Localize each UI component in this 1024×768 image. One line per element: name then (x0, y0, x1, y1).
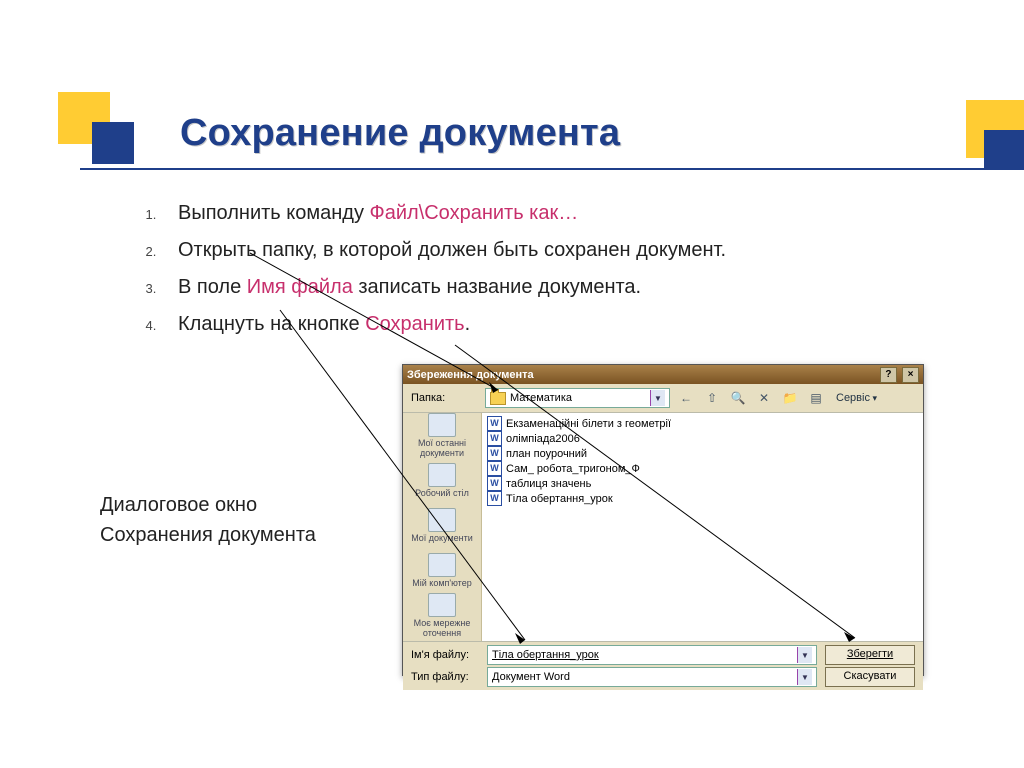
places-mydocs[interactable]: Мої документи (403, 503, 481, 548)
filetype-value: Документ Word (492, 671, 570, 683)
folder-label: Папка: (411, 392, 479, 404)
folder-icon (490, 392, 506, 405)
word-doc-icon (487, 431, 502, 446)
places-bar: Мої останні документи Робочий стіл Мої д… (403, 413, 482, 641)
back-icon[interactable]: ← (676, 388, 696, 408)
network-icon (428, 593, 456, 617)
mypc-icon (428, 553, 456, 577)
places-network[interactable]: Моє мережне оточення (403, 593, 481, 638)
dialog-caption-line1: Диалоговое окно (100, 490, 316, 520)
new-folder-icon[interactable]: 📁 (780, 388, 800, 408)
delete-icon[interactable]: ✕ (754, 388, 774, 408)
instruction-list: Выполнить команду Файл\Сохранить как… От… (100, 198, 880, 346)
save-button[interactable]: Зберегти (825, 645, 915, 665)
step-3-text-c: записать название документа. (353, 276, 641, 298)
filetype-label: Тип файлу: (411, 671, 479, 683)
word-doc-icon (487, 446, 502, 461)
step-3-highlight: Имя файла (247, 276, 353, 298)
places-network-label: Моє мережне оточення (403, 619, 481, 638)
folder-dropdown[interactable]: Математика ▼ (485, 388, 670, 408)
filename-field[interactable]: Тіла обертання_урок ▼ (487, 645, 817, 665)
places-mydocs-label: Мої документи (411, 534, 473, 543)
deco-square-blue-right (984, 130, 1024, 170)
places-mypc-label: Мій комп'ютер (412, 579, 471, 588)
places-desktop[interactable]: Робочий стіл (403, 458, 481, 503)
dialog-caption: Диалоговое окно Сохранения документа (100, 490, 316, 550)
word-doc-icon (487, 416, 502, 431)
list-item[interactable]: таблиця значень (487, 476, 918, 491)
step-3: В поле Имя файла записать название докум… (160, 272, 880, 303)
up-folder-icon[interactable]: ⇧ (702, 388, 722, 408)
filetype-field[interactable]: Документ Word ▼ (487, 667, 817, 687)
word-doc-icon (487, 491, 502, 506)
step-4-text-c: . (465, 313, 471, 335)
step-4-highlight: Сохранить (365, 313, 464, 335)
places-desktop-label: Робочий стіл (415, 489, 469, 498)
title-underline (80, 168, 1024, 170)
dialog-title: Збереження документа (407, 369, 534, 381)
service-menu[interactable]: Сервіс (836, 392, 877, 404)
chevron-down-icon: ▼ (650, 390, 665, 406)
step-1: Выполнить команду Файл\Сохранить как… (160, 198, 880, 229)
list-item[interactable]: план поурочний (487, 446, 918, 461)
chevron-down-icon: ▼ (797, 669, 812, 685)
file-list[interactable]: Екзаменаційні білети з геометрії олімпіа… (482, 413, 923, 641)
search-icon[interactable]: 🔍 (728, 388, 748, 408)
step-1-highlight: Файл\Сохранить как… (370, 202, 579, 224)
help-icon[interactable]: ? (880, 367, 897, 383)
page-title: Сохранение документа (180, 112, 620, 155)
mydocs-icon (428, 508, 456, 532)
desktop-icon (428, 463, 456, 487)
dialog-toolbar: Папка: Математика ▼ ← ⇧ 🔍 ✕ 📁 ▤ Сервіс (403, 384, 923, 413)
file-name: Екзаменаційні білети з геометрії (506, 418, 671, 430)
folder-value: Математика (510, 392, 572, 404)
recent-icon (428, 413, 456, 437)
places-mypc[interactable]: Мій комп'ютер (403, 548, 481, 593)
word-doc-icon (487, 461, 502, 476)
dialog-caption-line2: Сохранения документа (100, 520, 316, 550)
list-item[interactable]: Тіла обертання_урок (487, 491, 918, 506)
file-name: Тіла обертання_урок (506, 493, 613, 505)
file-name: олімпіада2006 (506, 433, 580, 445)
file-name: Сам_ робота_тригоном_Ф (506, 463, 640, 475)
list-item[interactable]: олімпіада2006 (487, 431, 918, 446)
list-item[interactable]: Сам_ робота_тригоном_Ф (487, 461, 918, 476)
deco-square-blue (92, 122, 134, 164)
file-name: план поурочний (506, 448, 587, 460)
places-recent-label: Мої останні документи (403, 439, 481, 458)
list-item[interactable]: Екзаменаційні білети з геометрії (487, 416, 918, 431)
word-doc-icon (487, 476, 502, 491)
file-name: таблиця значень (506, 478, 591, 490)
filename-label: Ім'я файлу: (411, 649, 479, 661)
places-recent[interactable]: Мої останні документи (403, 413, 481, 458)
dialog-bottombar: Ім'я файлу: Тіла обертання_урок ▼ Зберег… (403, 641, 923, 690)
save-as-dialog: Збереження документа ? × Папка: Математи… (402, 364, 924, 676)
step-3-text-a: В поле (178, 276, 247, 298)
dialog-titlebar[interactable]: Збереження документа ? × (403, 365, 923, 384)
filename-value: Тіла обертання_урок (492, 649, 599, 661)
step-1-text: Выполнить команду (178, 202, 370, 224)
views-icon[interactable]: ▤ (806, 388, 826, 408)
close-icon[interactable]: × (902, 367, 919, 383)
cancel-button[interactable]: Скасувати (825, 667, 915, 687)
step-4: Клацнуть на кнопке Сохранить. (160, 309, 880, 340)
step-4-text-a: Клацнуть на кнопке (178, 313, 365, 335)
step-2: Открыть папку, в которой должен быть сох… (160, 235, 880, 266)
chevron-down-icon: ▼ (797, 647, 812, 663)
